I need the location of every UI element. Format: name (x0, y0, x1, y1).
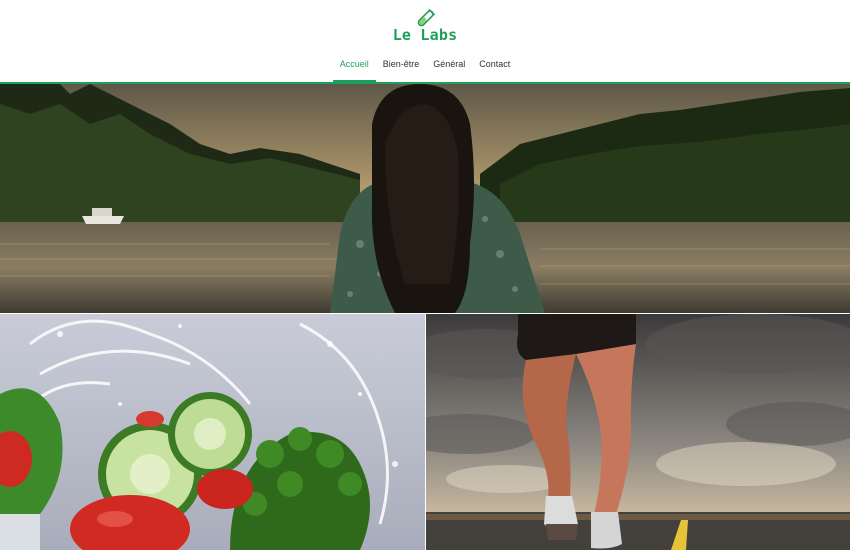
site-name: Le Labs (392, 26, 458, 44)
nav-item-label: Bien-être (382, 59, 420, 69)
nav-item-label: Général (433, 59, 466, 69)
vegetables-water-splash-photo (0, 314, 425, 550)
site-header: Le Labs Accueil Bien-être Général Contac… (0, 0, 850, 84)
site-logo[interactable]: Le Labs (0, 8, 850, 44)
nav-item-contact[interactable]: Contact (472, 52, 517, 82)
nav-item-general[interactable]: Général (426, 52, 472, 82)
nav-item-bien-etre[interactable]: Bien-être (376, 52, 427, 82)
main-nav: Accueil Bien-être Général Contact (0, 52, 850, 83)
nav-item-label: Accueil (339, 59, 369, 69)
woman-by-lake-photo (0, 84, 850, 313)
nav-item-label: Contact (479, 59, 511, 69)
runner-legs-road-photo (426, 314, 850, 550)
general-image[interactable] (426, 314, 850, 550)
nav-item-accueil[interactable]: Accueil (332, 52, 376, 83)
bien-etre-image[interactable] (0, 314, 425, 550)
hero-image[interactable] (0, 84, 850, 313)
